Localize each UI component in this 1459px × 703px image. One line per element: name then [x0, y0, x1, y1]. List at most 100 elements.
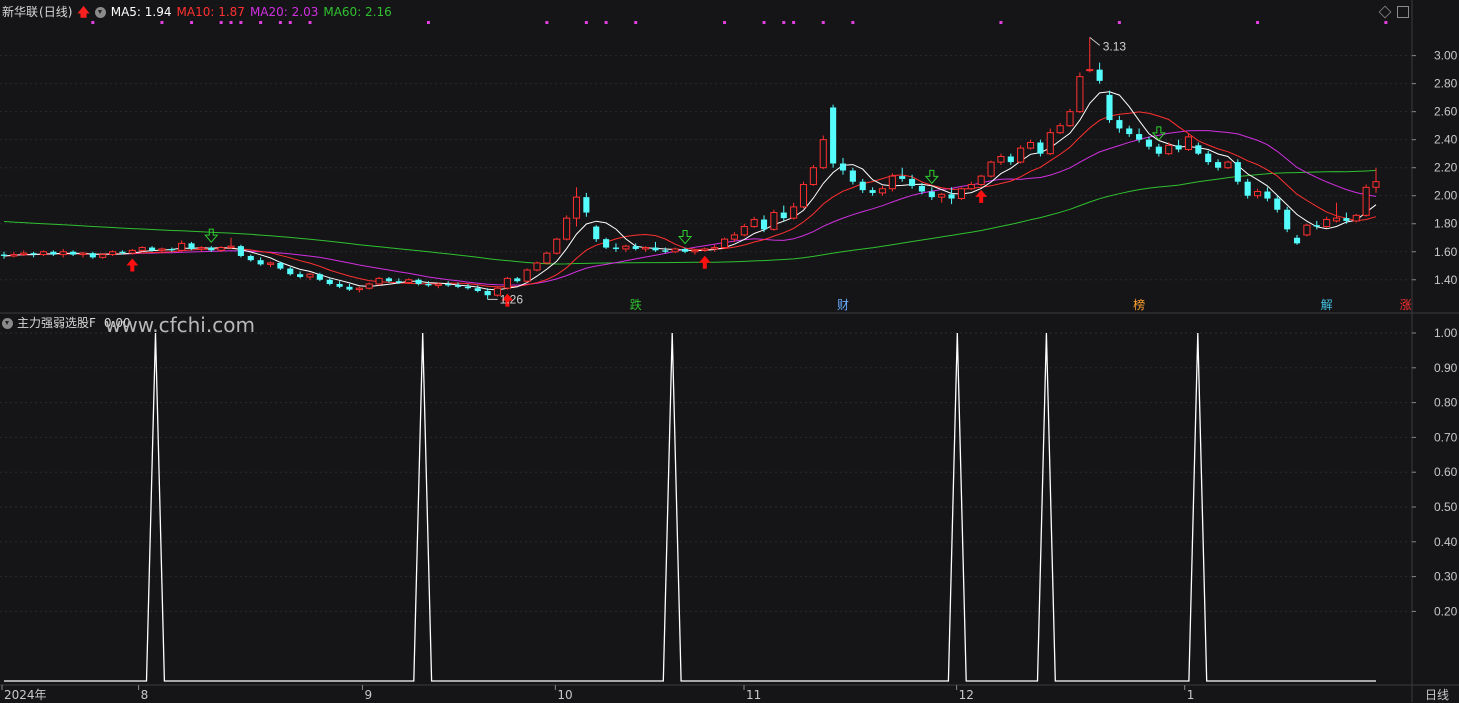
candle-body-up [691, 249, 699, 253]
ma60-label: MA60: 2.16 [323, 5, 392, 19]
signal-dot [1384, 21, 1388, 24]
indicator-tick-label: 0.60 [1434, 465, 1458, 479]
candle-body-up [622, 245, 630, 250]
signal-dot [1117, 21, 1121, 24]
candle-body-up [523, 269, 531, 282]
price-tick-label: 1.80 [1434, 217, 1458, 231]
candle-body-up [1056, 125, 1064, 134]
indicator-tick-label: 0.20 [1434, 604, 1458, 618]
diamond-icon[interactable] [1378, 5, 1392, 19]
candle-body-down [918, 185, 926, 192]
signal-dot [792, 21, 796, 24]
candle-body-up [987, 161, 995, 177]
candle-body-up [59, 251, 67, 256]
candle-body-up [39, 251, 48, 256]
candle-body-up [10, 254, 18, 257]
dropdown-icon[interactable] [2, 317, 13, 329]
candle-body-down [869, 190, 876, 193]
indicator-tick-label: 0.30 [1434, 570, 1458, 584]
candle-body-up [671, 248, 679, 253]
signal-dot [851, 21, 855, 24]
candle-body-down [484, 290, 491, 296]
candle-body-down [188, 243, 195, 249]
candle-body-up [967, 184, 975, 190]
stock-name[interactable]: 新华联 [2, 3, 38, 21]
candle-body-down [1313, 225, 1320, 227]
candle-body-down [257, 260, 264, 265]
kline-chart[interactable]: 3.00 2.80 2.60 2.40 2.20 2.00 1.80 1.60 1.40 1.00… [0, 0, 1459, 702]
candle-body-up [1224, 161, 1232, 169]
signal-dot [288, 21, 292, 24]
signal-dot [308, 21, 312, 24]
period-button[interactable]: 日线 [1425, 686, 1449, 703]
dropdown-icon[interactable] [94, 6, 106, 18]
candle-body-down [316, 274, 323, 280]
candle-body-down [287, 268, 294, 275]
candle-body-up [1165, 144, 1173, 155]
candle-body-up [109, 251, 117, 256]
candle-body-down [603, 239, 610, 248]
candle-body-down [859, 181, 866, 191]
candle-body-down [336, 283, 343, 287]
candle-body-up [997, 155, 1005, 163]
candle-body-down [464, 286, 471, 289]
candle-body-up [306, 273, 314, 278]
candle-body-up [355, 287, 363, 291]
signal-dot [634, 21, 638, 24]
indicator-tick-label: 0.50 [1434, 500, 1458, 514]
candle-body-up [99, 254, 107, 258]
candle-body-up [1184, 136, 1193, 150]
candle-body-up [642, 247, 650, 250]
candle-body-down [89, 253, 96, 258]
candle-body-down [632, 246, 639, 249]
candle-body-up [178, 242, 186, 251]
candle-body-down [1136, 134, 1143, 140]
price-tick-label: 2.60 [1434, 105, 1458, 119]
candle-body-up [809, 167, 817, 186]
event-badge: 财 [837, 298, 849, 312]
signal-dot [259, 21, 263, 24]
candle-body-up [1046, 132, 1054, 155]
candle-body-up [197, 247, 205, 250]
candle-body-up [553, 238, 561, 254]
chart-tool-icons [1378, 5, 1409, 19]
candle-body-down [148, 247, 156, 251]
candle-body-up [740, 226, 748, 236]
candle-body-up [790, 206, 798, 219]
candle-body-up [1026, 141, 1035, 149]
event-badge: 榜 [1133, 297, 1145, 312]
candle-body-down [583, 197, 590, 213]
signal-dot [278, 21, 282, 24]
indicator-tick-label: 0.80 [1434, 396, 1458, 410]
candle-body-up [1253, 191, 1262, 197]
indicator-name[interactable]: 主力强弱选股F [17, 314, 96, 332]
period-label: (日线) [39, 5, 73, 19]
candle-body-down [780, 212, 787, 219]
candle-body-down [247, 255, 254, 261]
signal-dot [91, 21, 95, 24]
candle-body-down [948, 194, 955, 199]
candle-body-up [158, 248, 166, 251]
window-icon[interactable] [1397, 6, 1409, 18]
candle-body-down [237, 246, 244, 256]
candle-body-up [720, 238, 729, 249]
high-annotation: 3.13 [1103, 39, 1127, 53]
ma10-label: MA10: 1.87 [176, 5, 245, 19]
candle-body-up [1017, 147, 1025, 163]
candle-body-down [1037, 142, 1044, 154]
candle-body-down [1096, 69, 1103, 81]
event-badge: 涨 [1400, 297, 1412, 312]
indicator-tick-label: 0.40 [1434, 535, 1458, 549]
candle-body-down [1234, 162, 1241, 182]
candle-body-down [1007, 156, 1014, 163]
main-chart-header: 新华联 (日线) 🡅 MA5: 1.94 MA10: 1.87 MA20: 2.… [2, 3, 397, 21]
price-tick-label: 1.60 [1434, 245, 1458, 259]
candle-body-up [217, 247, 225, 251]
indicator-tick-label: 1.00 [1434, 326, 1458, 340]
candle-body-down [1293, 237, 1301, 244]
candle-body-up [1362, 186, 1370, 216]
candle-body-down [514, 278, 521, 282]
indicator-tick-label: 0.70 [1434, 430, 1458, 444]
price-tick-label: 2.80 [1434, 77, 1458, 91]
candle-body-down [415, 279, 422, 284]
